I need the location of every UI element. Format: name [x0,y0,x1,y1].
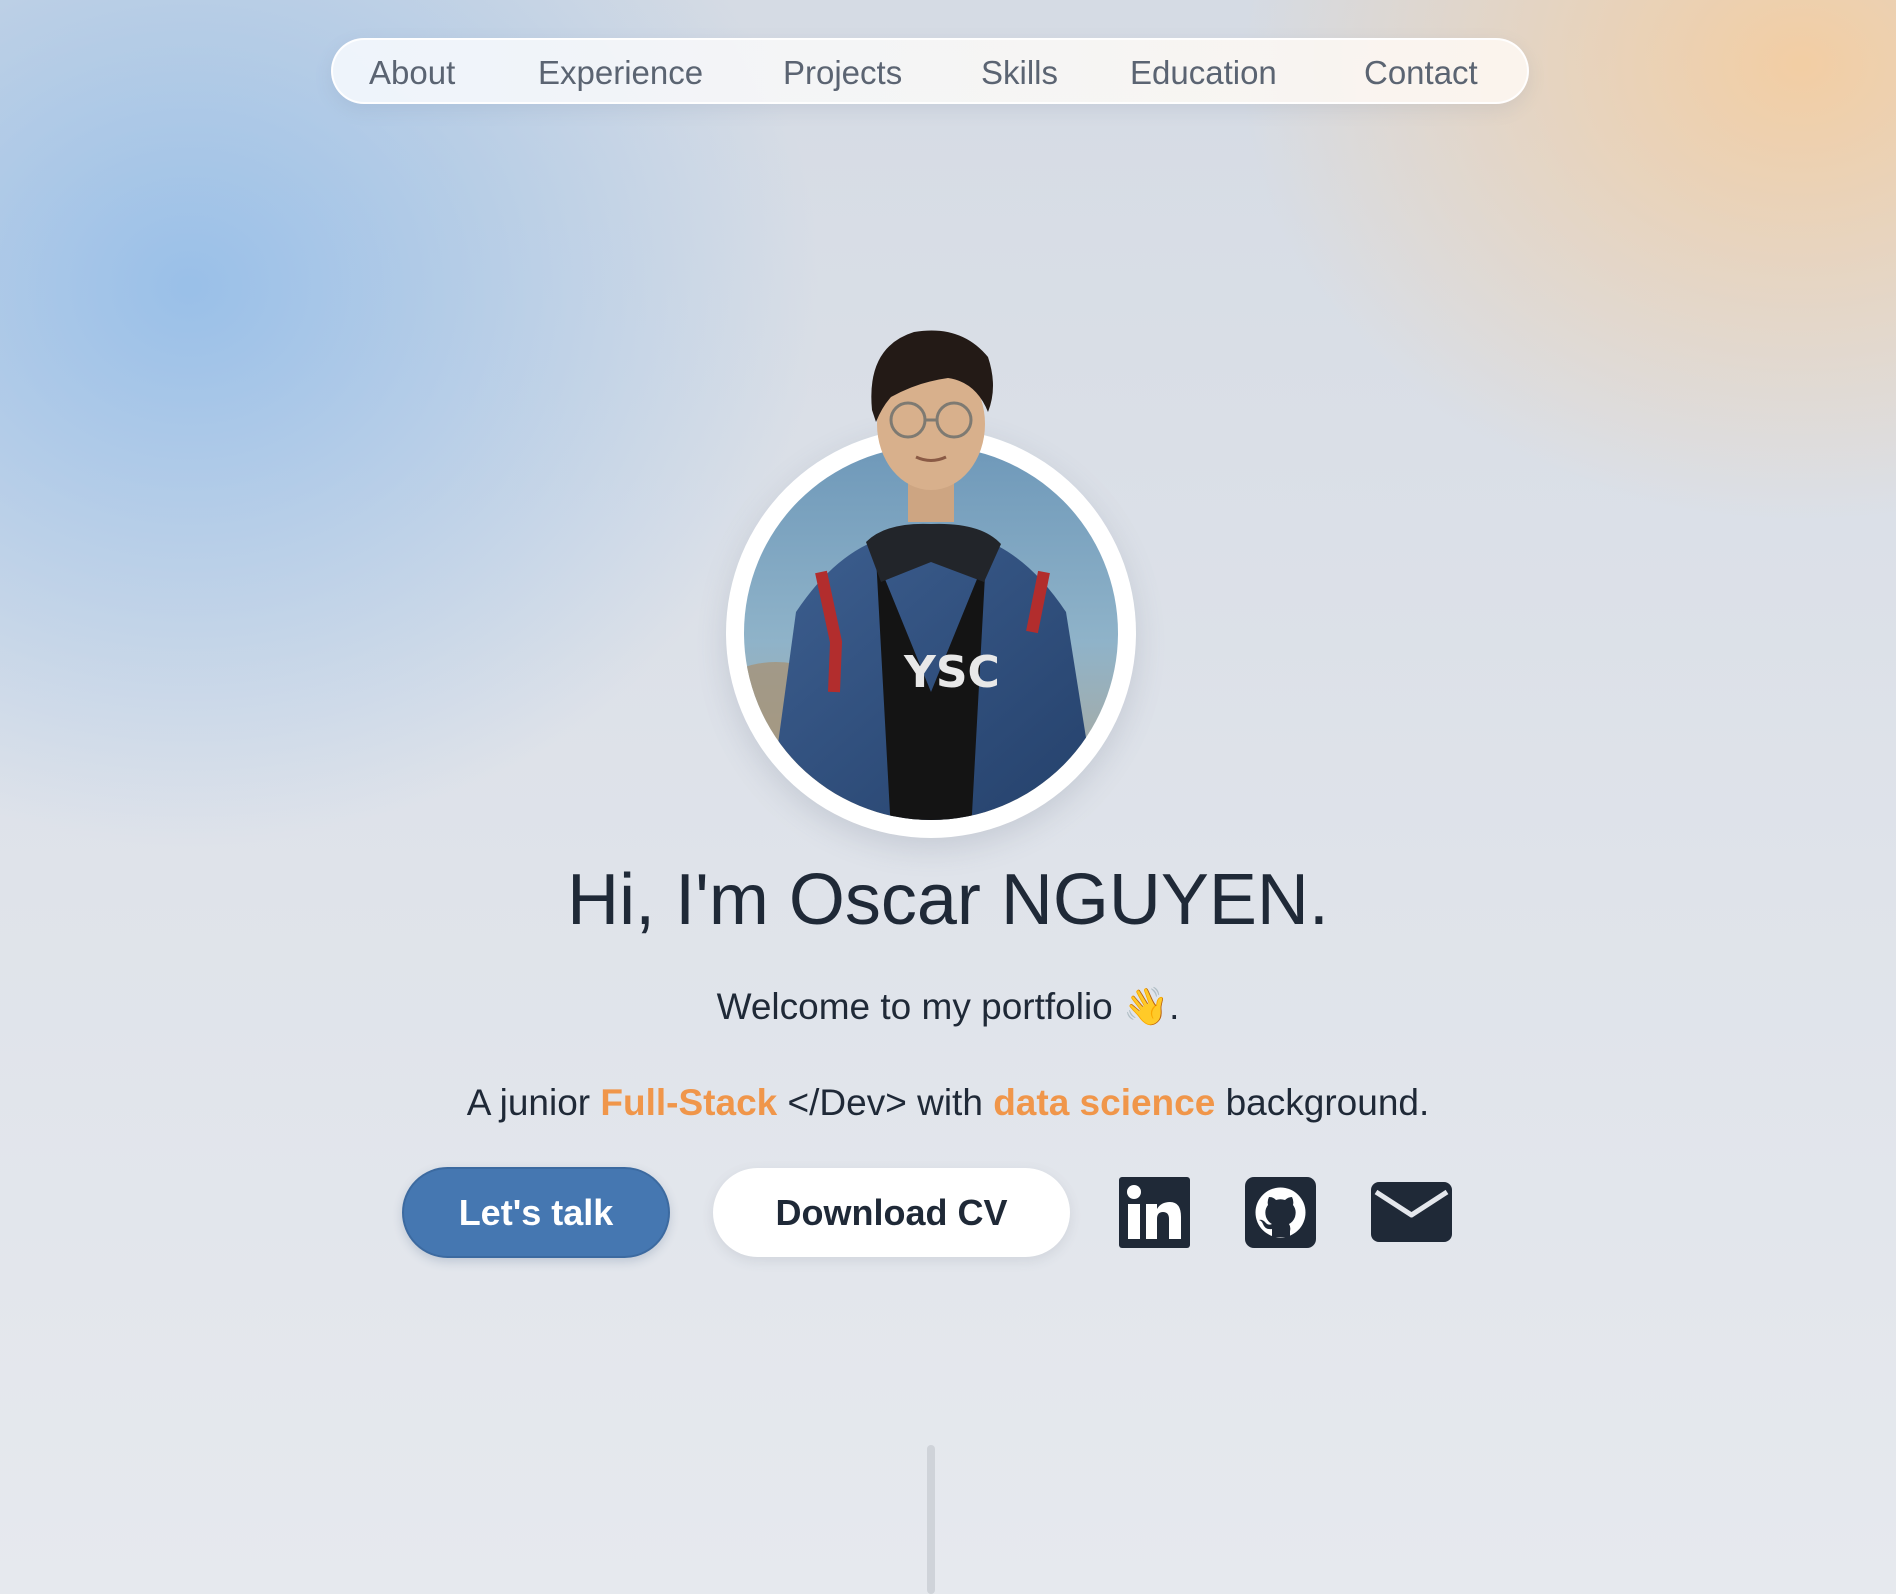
svg-text:YSC: YSC [903,647,1000,698]
scroll-indicator-line [927,1445,935,1594]
linkedin-icon[interactable] [1119,1177,1190,1248]
profile-photo: YSC [744,330,1118,820]
tagline-part3: background. [1215,1082,1430,1123]
tagline-part1: A junior [466,1082,601,1123]
top-navigation: About Experience Projects Skills Educati… [331,38,1529,104]
nav-experience[interactable]: Experience [538,54,703,92]
nav-education[interactable]: Education [1130,54,1277,92]
nav-projects[interactable]: Projects [783,54,902,92]
nav-skills[interactable]: Skills [981,54,1058,92]
tagline-highlight-fullstack: Full-Stack [600,1082,778,1123]
tagline-highlight-datascience: data science [993,1082,1216,1123]
nav-contact[interactable]: Contact [1364,54,1478,92]
welcome-label: Welcome to my portfolio [716,986,1113,1027]
nav-about[interactable]: About [369,54,455,92]
download-cv-button[interactable]: Download CV [713,1168,1070,1257]
github-icon[interactable] [1245,1177,1316,1248]
welcome-period: . [1169,986,1180,1027]
profile-avatar: YSC [726,312,1136,838]
hero-title: Hi, I'm Oscar NGUYEN. [567,860,1329,940]
welcome-text: Welcome to my portfolio 👋. [0,984,1896,1030]
lets-talk-button[interactable]: Let's talk [402,1167,670,1258]
tagline-part2: </Dev> with [777,1082,994,1123]
waving-hand-icon: 👋 [1123,986,1170,1027]
mail-icon[interactable] [1371,1182,1452,1242]
hero-tagline: A junior Full-Stack </Dev> with data sci… [0,1080,1896,1126]
